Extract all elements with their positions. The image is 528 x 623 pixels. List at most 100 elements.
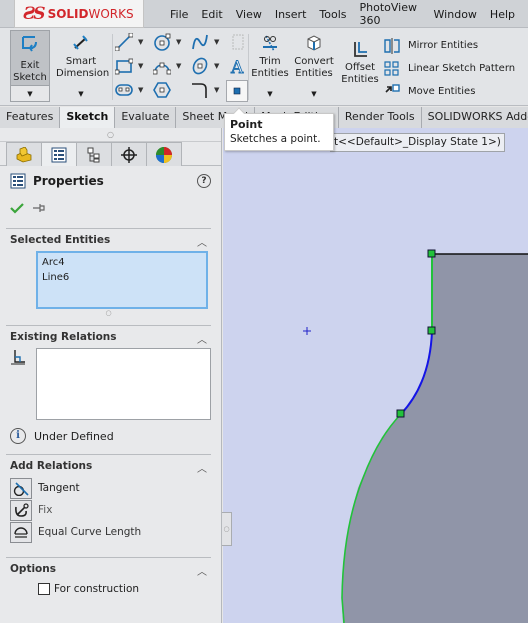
model-body <box>342 254 528 623</box>
property-manager-header: Properties ? <box>0 166 221 196</box>
add-relation-tangent[interactable]: Tangent <box>6 477 211 499</box>
smart-dimension-dropdown[interactable]: ▼ <box>52 86 110 102</box>
convert-entities-button[interactable]: Convert Entities ▼ <box>292 30 336 102</box>
mirror-entities-button[interactable]: Mirror Entities <box>384 34 515 57</box>
configuration-manager-tab[interactable] <box>76 142 112 166</box>
dimxpert-manager-tab[interactable] <box>111 142 147 166</box>
move-entities-button[interactable]: Move Entities <box>384 80 515 103</box>
display-manager-tab[interactable] <box>146 142 182 166</box>
graphics-area[interactable] <box>223 128 528 623</box>
line-dropdown[interactable]: ▼ <box>138 38 143 46</box>
feature-tree-title[interactable]: t<<Default>_Display State 1>) <box>330 133 505 152</box>
fillet-dropdown[interactable]: ▼ <box>214 86 219 94</box>
smart-dimension-icon <box>71 30 91 56</box>
feature-manager-tab[interactable] <box>6 142 42 166</box>
tab-render-tools[interactable]: Render Tools <box>338 107 422 128</box>
spline-icon[interactable] <box>190 32 210 52</box>
exit-sketch-button[interactable]: Exit Sketch ▼ <box>10 30 50 102</box>
menu-window[interactable]: Window <box>434 8 477 21</box>
fix-label: Fix <box>38 504 53 516</box>
pin-icon[interactable] <box>32 202 46 214</box>
move-entities-label: Move Entities <box>408 86 476 97</box>
menu-help[interactable]: Help <box>490 8 515 21</box>
offset-entities-button[interactable]: Offset Entities <box>340 36 380 108</box>
collapse-chevron-icon[interactable]: ︿ <box>197 331 207 346</box>
tab-solidworks-add-ins[interactable]: SOLIDWORKS Add-Ins <box>421 107 528 128</box>
property-manager-tab[interactable] <box>41 142 77 166</box>
help-icon[interactable]: ? <box>197 174 211 188</box>
add-relation-equal-curve-length[interactable]: Equal Curve Length <box>6 521 211 543</box>
tab-sketch[interactable]: Sketch <box>60 107 116 128</box>
menu-view[interactable]: View <box>236 8 262 21</box>
ok-check-icon[interactable] <box>10 202 24 214</box>
sketch-tools-list: Mirror Entities Linear Sketch Pattern Mo… <box>384 34 515 103</box>
circle-icon[interactable] <box>152 32 172 52</box>
list-item[interactable]: Line6 <box>42 270 202 285</box>
sketch-plane-icon[interactable] <box>228 32 248 52</box>
menu-insert[interactable]: Insert <box>275 8 307 21</box>
slot-dropdown[interactable]: ▼ <box>138 86 143 94</box>
endpoint-handle <box>396 409 405 418</box>
arc-dropdown[interactable]: ▼ <box>176 62 181 70</box>
rectangle-dropdown[interactable]: ▼ <box>138 62 143 70</box>
add-relations-header[interactable]: Add Relations <box>6 455 211 477</box>
property-manager-title: Properties <box>33 174 104 188</box>
menu-bar: File Edit View Insert Tools PhotoView 36… <box>170 0 528 28</box>
tab-features[interactable]: Features <box>0 107 61 128</box>
collapse-chevron-icon[interactable]: ︿ <box>197 460 207 475</box>
definition-status: i Under Defined <box>6 420 211 452</box>
panel-collapse-handle[interactable]: ○ <box>222 512 232 546</box>
ellipse-icon[interactable] <box>190 56 210 76</box>
for-construction-label: For construction <box>54 583 140 595</box>
exit-sketch-dropdown[interactable]: ▼ <box>11 85 49 101</box>
panel-grip[interactable]: ○ <box>0 128 221 142</box>
arc-icon[interactable] <box>152 56 172 76</box>
line-icon[interactable] <box>114 32 134 52</box>
sketch-canvas[interactable] <box>223 128 528 623</box>
text-icon[interactable]: A <box>228 56 248 76</box>
convert-entities-icon <box>304 30 324 56</box>
fix-icon <box>10 499 32 521</box>
slot-icon[interactable] <box>114 80 134 100</box>
ribbon-separator <box>112 34 113 100</box>
solidworks-logo[interactable]: ƧS SOLIDWORKS <box>14 0 144 28</box>
tab-evaluate[interactable]: Evaluate <box>115 107 177 128</box>
collapse-chevron-icon[interactable]: ︿ <box>197 563 207 578</box>
list-resize-grip[interactable]: ○ <box>6 309 211 319</box>
manager-tabs <box>0 142 221 166</box>
circle-dropdown[interactable]: ▼ <box>176 38 181 46</box>
smart-dimension-button[interactable]: Smart Dimension ▼ <box>52 30 110 102</box>
tooltip-title: Point <box>230 118 263 131</box>
menu-tools[interactable]: Tools <box>319 8 346 21</box>
convert-entities-dropdown[interactable]: ▼ <box>292 86 336 102</box>
trim-entities-dropdown[interactable]: ▼ <box>250 86 290 102</box>
smart-dimension-label: Smart Dimension <box>56 56 110 79</box>
add-relation-fix[interactable]: Fix <box>6 499 211 521</box>
trim-entities-button[interactable]: Trim Entities ▼ <box>250 30 290 102</box>
for-construction-checkbox[interactable] <box>38 583 50 595</box>
selected-entities-header[interactable]: Selected Entities <box>6 229 211 251</box>
selected-entities-list[interactable]: Arc4 Line6 <box>36 251 208 309</box>
linear-sketch-pattern-button[interactable]: Linear Sketch Pattern <box>384 57 515 80</box>
ellipse-dropdown[interactable]: ▼ <box>214 62 219 70</box>
existing-relations-header[interactable]: Existing Relations <box>6 326 211 348</box>
spline-dropdown[interactable]: ▼ <box>214 38 219 46</box>
menu-photoview[interactable]: PhotoView 360 <box>360 1 421 27</box>
point-icon[interactable] <box>226 80 248 102</box>
menu-edit[interactable]: Edit <box>201 8 222 21</box>
list-item[interactable]: Arc4 <box>42 255 202 270</box>
sketch-fillet-icon[interactable] <box>190 80 210 100</box>
mirror-entities-label: Mirror Entities <box>408 40 479 51</box>
linear-sketch-pattern-label: Linear Sketch Pattern <box>408 63 516 74</box>
ribbon-separator <box>248 34 249 100</box>
polygon-icon[interactable] <box>152 80 172 100</box>
collapse-chevron-icon[interactable]: ︿ <box>197 234 207 249</box>
offset-entities-label: Offset Entities <box>341 62 379 85</box>
menu-file[interactable]: File <box>170 8 188 21</box>
properties-icon <box>10 173 26 189</box>
rectangle-icon[interactable] <box>114 56 134 76</box>
options-header[interactable]: Options <box>6 558 211 580</box>
property-manager-panel: ○ Properties ? Selected Entities ︿ Arc4 … <box>0 128 222 623</box>
for-construction-option[interactable]: For construction <box>6 580 211 598</box>
existing-relations-list[interactable] <box>35 348 211 420</box>
